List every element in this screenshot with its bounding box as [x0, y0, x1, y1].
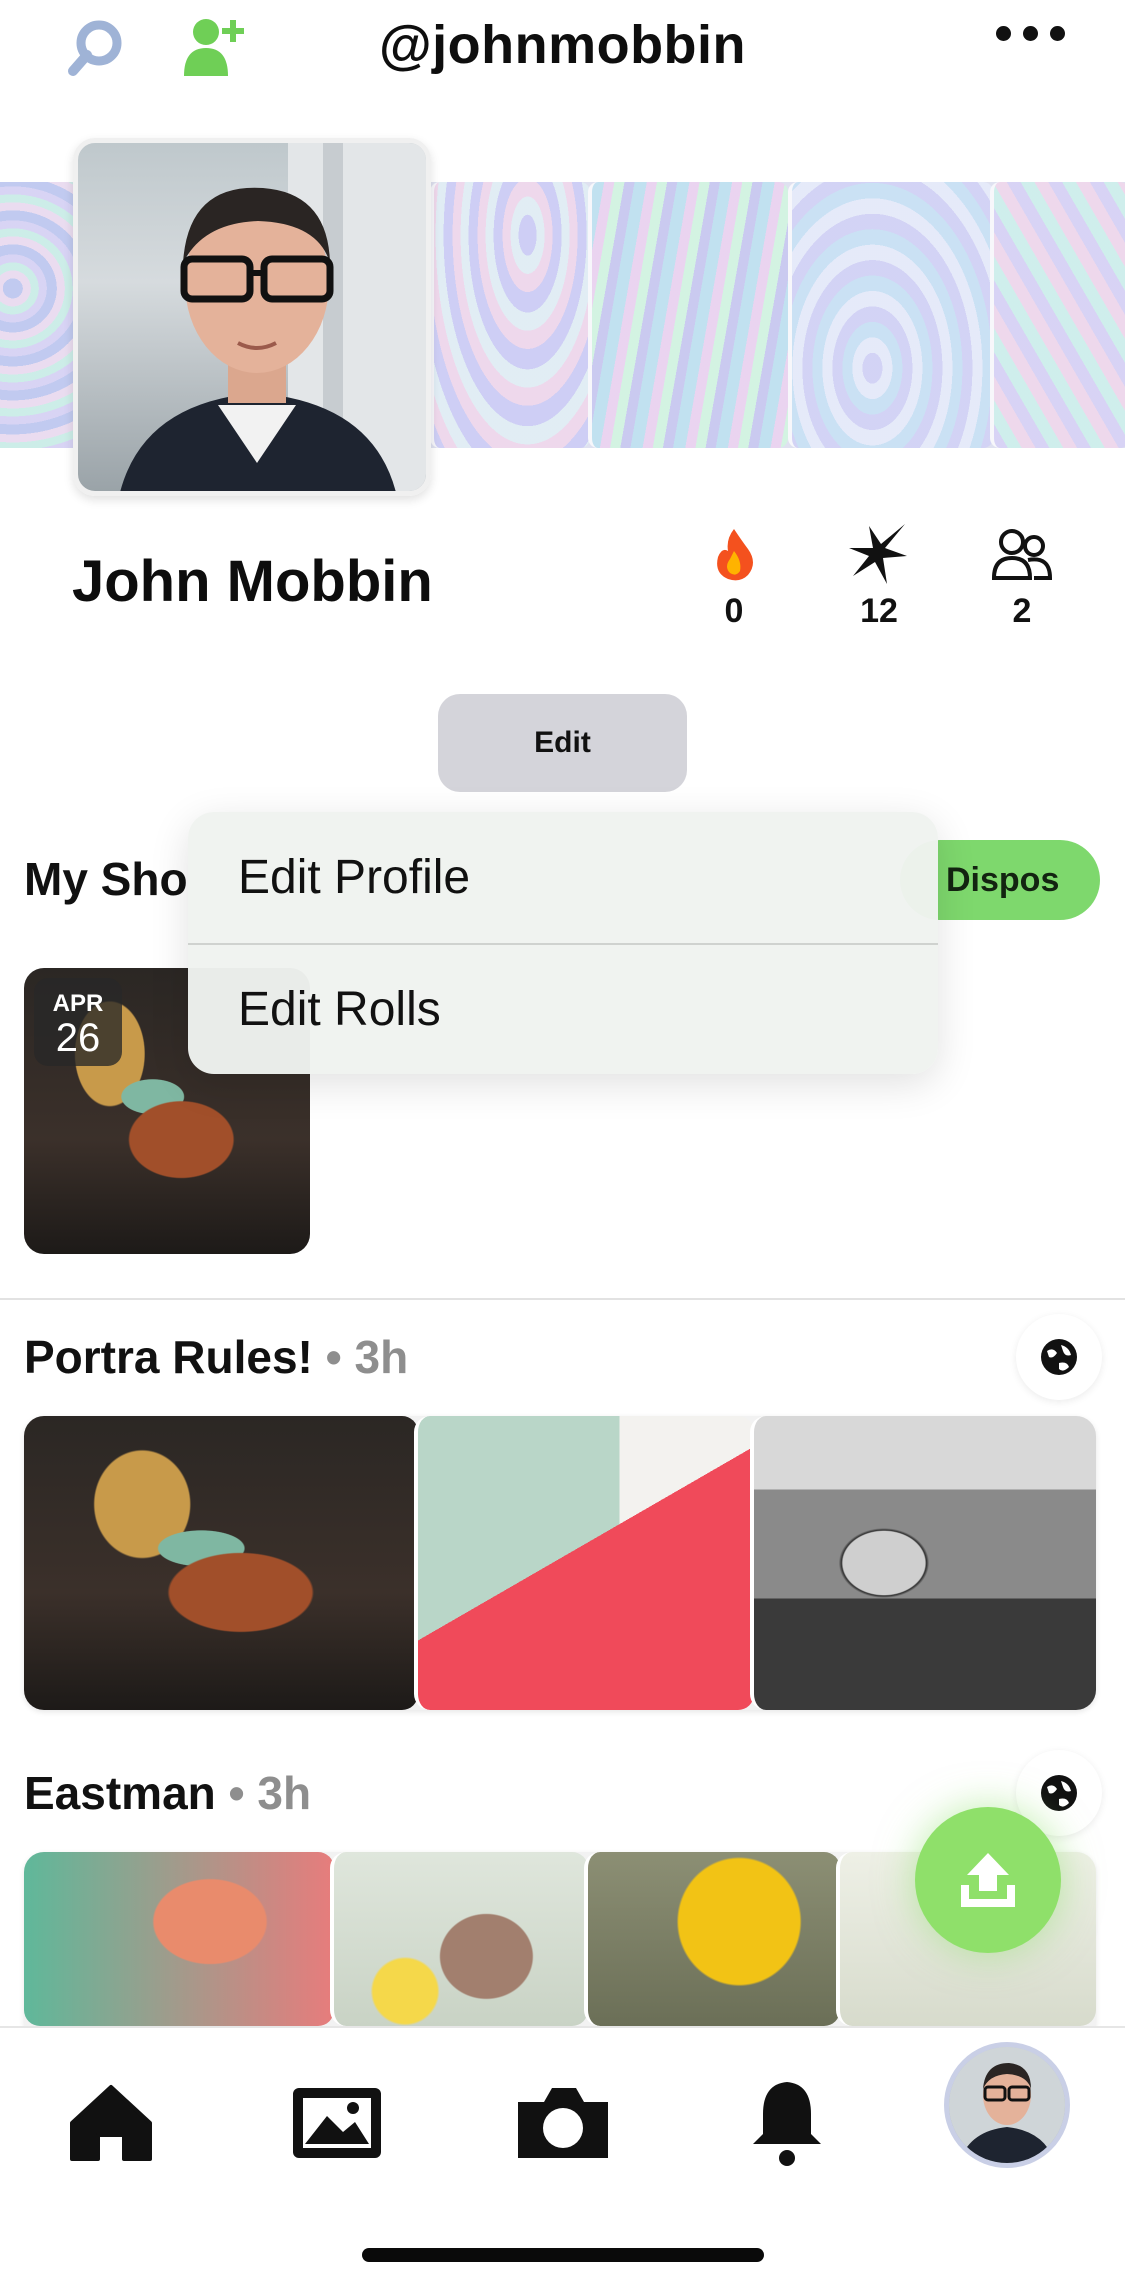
home-indicator	[362, 2248, 764, 2262]
menu-item-edit-rolls[interactable]: Edit Rolls	[188, 943, 938, 1074]
roll-photo[interactable]	[750, 1416, 1096, 1710]
roll-photo[interactable]	[24, 1852, 334, 2026]
profile-name: John Mobbin	[72, 549, 433, 614]
spark-icon	[819, 522, 939, 586]
fire-icon	[674, 522, 794, 586]
profile-avatar[interactable]	[73, 138, 431, 496]
roll-photo[interactable]	[414, 1416, 754, 1710]
gallery-icon[interactable]	[282, 2068, 392, 2178]
menu-item-edit-profile[interactable]: Edit Profile	[188, 812, 938, 943]
roll-time-separator: •	[228, 1767, 258, 1819]
date-month: APR	[52, 990, 104, 1017]
stat-value: 0	[724, 592, 744, 630]
roll-title[interactable]: Portra Rules! • 3h	[24, 1330, 408, 1384]
edit-menu: Edit Profile Edit Rolls	[188, 812, 938, 1074]
bell-icon[interactable]	[732, 2068, 842, 2178]
roll-name: Eastman	[24, 1767, 216, 1819]
roll-photo[interactable]	[24, 1416, 418, 1710]
date-day: 26	[55, 1016, 101, 1060]
roll-photo-strip[interactable]	[24, 1416, 1096, 1710]
banner-tile	[588, 182, 788, 448]
roll-time: 3h	[354, 1331, 409, 1383]
banner-tile	[990, 182, 1125, 448]
roll-photo[interactable]	[330, 1852, 588, 2026]
profile-avatar[interactable]	[944, 2042, 1070, 2168]
friends-icon	[962, 522, 1082, 586]
tab-bar	[0, 2026, 1125, 2284]
roll-time: 3h	[257, 1767, 312, 1819]
top-bar: @johnmobbin	[0, 0, 1125, 100]
globe-icon[interactable]	[1016, 1314, 1102, 1400]
profile-handle: @johnmobbin	[378, 15, 747, 75]
section-title-shots: My Sho	[24, 853, 188, 905]
upload-icon	[961, 1853, 1015, 1907]
camera-icon[interactable]	[508, 2068, 618, 2178]
banner-tile	[0, 182, 80, 448]
dispos-pill-label: Dispos	[946, 860, 1060, 899]
upload-button[interactable]	[915, 1807, 1061, 1953]
home-icon[interactable]	[56, 2068, 166, 2178]
roll-photo[interactable]	[584, 1852, 840, 2026]
roll-name: Portra Rules!	[24, 1331, 313, 1383]
stat-value: 12	[860, 592, 898, 630]
stat-friends: 2	[962, 522, 1082, 631]
edit-button[interactable]: Edit	[438, 694, 687, 792]
section-divider	[0, 1298, 1125, 1300]
banner-tile	[788, 182, 993, 448]
stat-fire: 0	[674, 522, 794, 631]
more-icon[interactable]	[996, 26, 1065, 41]
roll-title[interactable]: Eastman • 3h	[24, 1766, 311, 1820]
date-badge: APR 26	[34, 978, 122, 1066]
banner-tile	[430, 182, 590, 448]
stat-value: 2	[1012, 592, 1032, 630]
roll-time-separator: •	[325, 1331, 355, 1383]
stat-spark: 12	[819, 522, 939, 631]
